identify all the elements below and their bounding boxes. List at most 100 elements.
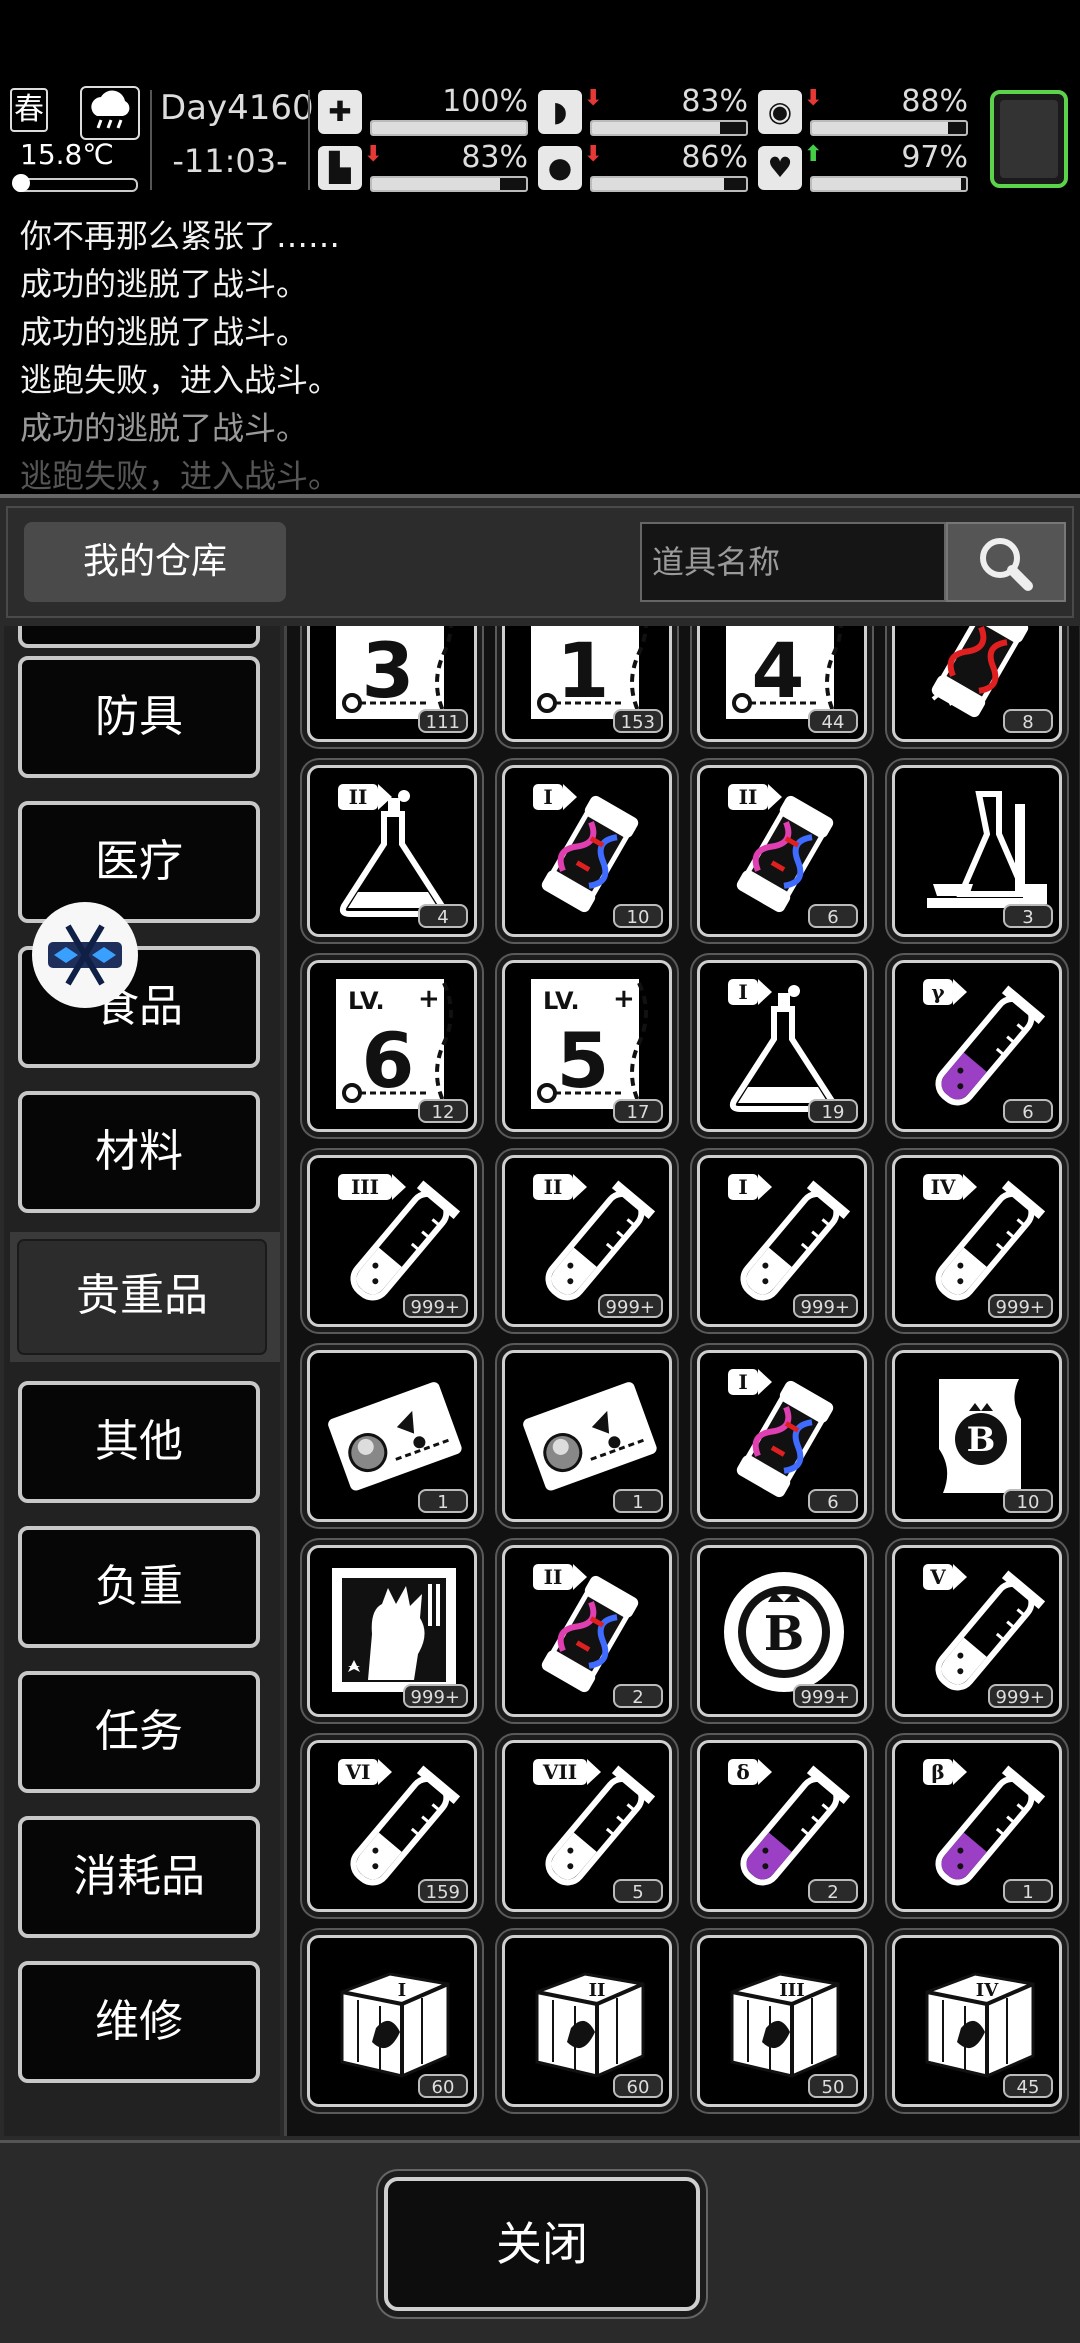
item-slot[interactable]: 1	[307, 1350, 477, 1522]
item-slot[interactable]: VII 5	[502, 1740, 672, 1912]
character-avatar-slot[interactable]	[990, 90, 1068, 188]
category-6[interactable]: 负重	[18, 1526, 260, 1648]
category-0[interactable]: 防具	[18, 656, 260, 778]
rain-cloud-icon	[80, 86, 140, 140]
close-button[interactable]: 关闭	[384, 2177, 700, 2311]
svg-text:6: 6	[362, 1016, 415, 1105]
item-slot[interactable]: I 999+	[697, 1155, 867, 1327]
search-input[interactable]	[642, 524, 944, 600]
svg-text:B: B	[764, 1606, 805, 1662]
item-slot[interactable]: II 60	[502, 1935, 672, 2107]
stat-value: 88%	[901, 84, 968, 119]
svg-text:+: +	[418, 984, 440, 1014]
item-slot[interactable]: III 999+	[307, 1155, 477, 1327]
stat-bar	[810, 176, 968, 192]
stat-leg: ▙ ⬇ 83%	[318, 140, 528, 194]
svg-text:δ: δ	[736, 1760, 749, 1784]
item-slot[interactable]: LV.+3111	[307, 626, 477, 742]
item-slot[interactable]: LV. +6 12	[307, 960, 477, 1132]
item-slot[interactable]: II 4	[307, 765, 477, 937]
stomach-icon: ◗	[538, 90, 582, 134]
heart-icon: ♥	[758, 146, 802, 190]
stat-health: ✚ 100%	[318, 84, 528, 138]
log-line: 成功的逃脱了战斗。	[20, 409, 309, 447]
panel-footer: 关闭	[0, 2140, 1080, 2343]
item-slot[interactable]: β1	[892, 1740, 1062, 1912]
item-slot[interactable]: III 50	[697, 1935, 867, 2107]
svg-text:II: II	[349, 785, 368, 809]
item-slot[interactable]: V 999+	[892, 1545, 1062, 1717]
item-slot[interactable]: IV 999+	[892, 1155, 1062, 1327]
item-slot[interactable]: IV 45	[892, 1935, 1062, 2107]
item-count-badge: 17	[613, 1099, 663, 1123]
svg-text:3: 3	[362, 626, 415, 715]
item-slot[interactable]: LV.+1153	[502, 626, 672, 742]
item-slot[interactable]: B 10	[892, 1350, 1062, 1522]
item-slot[interactable]: LV. +5 17	[502, 960, 672, 1132]
item-count-badge: 999+	[402, 1294, 468, 1318]
item-slot[interactable]: I 60	[307, 1935, 477, 2107]
stat-hunger: ◗ ⬇ 83%	[538, 84, 748, 138]
log-line: 成功的逃脱了战斗。	[20, 265, 309, 303]
svg-text:LV.: LV.	[543, 987, 580, 1015]
season-badge: 春	[10, 88, 48, 132]
item-slot[interactable]: 8	[892, 626, 1062, 742]
item-count-badge: 10	[1003, 1489, 1053, 1513]
item-slot[interactable]: γ6	[892, 960, 1062, 1132]
category-8[interactable]: 消耗品	[18, 1816, 260, 1938]
item-slot[interactable]: VI 159	[307, 1740, 477, 1912]
item-count-badge: 45	[1003, 2074, 1053, 2098]
down-arrow-icon: ⬇	[584, 142, 603, 167]
temperature-bar	[12, 174, 138, 192]
face-mask-icon: ◉	[758, 90, 802, 134]
item-count-badge: 1	[418, 1489, 468, 1513]
item-count-badge: 6	[808, 904, 858, 928]
item-slot[interactable]: II 2	[502, 1545, 672, 1717]
item-search-field[interactable]	[640, 522, 946, 602]
log-line: 你不再那么紧张了……	[20, 217, 341, 255]
item-slot[interactable]: II 6	[697, 765, 867, 937]
item-slot[interactable]: δ2	[697, 1740, 867, 1912]
svg-text:II: II	[544, 1175, 563, 1199]
item-slot[interactable]: I6	[697, 1350, 867, 1522]
item-count-badge: 999+	[402, 1684, 468, 1708]
item-slot[interactable]: B 999+	[697, 1545, 867, 1717]
svg-text:III: III	[779, 1980, 804, 2001]
item-count-badge: 159	[417, 1879, 468, 1903]
item-slot[interactable]: 1	[502, 1350, 672, 1522]
item-slot[interactable]: LV.+444	[697, 626, 867, 742]
item-count-badge: 2	[613, 1684, 663, 1708]
category-7[interactable]: 任务	[18, 1671, 260, 1793]
floating-assistant-icon	[48, 924, 122, 986]
warehouse-title-tab[interactable]: 我的仓库	[24, 522, 286, 602]
panel-header: 我的仓库	[6, 506, 1074, 618]
item-slot[interactable]: I 10	[502, 765, 672, 937]
svg-text:I: I	[543, 785, 552, 809]
svg-text:LV.: LV.	[348, 987, 385, 1015]
stat-mood: ♥ ⬆ 97%	[758, 140, 968, 194]
category-3[interactable]: 材料	[18, 1091, 260, 1213]
floating-assistant-button[interactable]	[32, 902, 138, 1008]
item-slot[interactable]: 999+	[307, 1545, 477, 1717]
item-count-badge: 111	[417, 709, 468, 733]
svg-text:III: III	[351, 1175, 379, 1199]
stat-bar	[370, 176, 528, 192]
item-grid: LV.+3111LV.+1153LV.+4448II4I10II63LV.+61…	[284, 626, 1079, 2136]
stat-bar	[590, 120, 748, 136]
svg-text:I: I	[398, 1980, 406, 2001]
category-5[interactable]: 其他	[18, 1381, 260, 1503]
warehouse-panel: 我的仓库 防具医疗食品材料贵重品其他负重任务消耗品维修 LV.+3111LV.+…	[0, 494, 1080, 2340]
category-4[interactable]: 贵重品	[14, 1236, 270, 1358]
item-slot[interactable]: 3	[892, 765, 1062, 937]
item-count-badge: 6	[808, 1489, 858, 1513]
category-9[interactable]: 维修	[18, 1961, 260, 2083]
item-slot[interactable]: II 999+	[502, 1155, 672, 1327]
svg-text:B: B	[967, 1420, 996, 1460]
item-count-badge: 153	[612, 709, 663, 733]
svg-text:VI: VI	[345, 1760, 371, 1784]
log-line: 逃跑失败，进入战斗。	[20, 457, 341, 494]
item-slot[interactable]: I 19	[697, 960, 867, 1132]
stat-value: 83%	[681, 84, 748, 119]
category-partial-top[interactable]	[18, 626, 260, 648]
search-button[interactable]	[946, 522, 1066, 602]
